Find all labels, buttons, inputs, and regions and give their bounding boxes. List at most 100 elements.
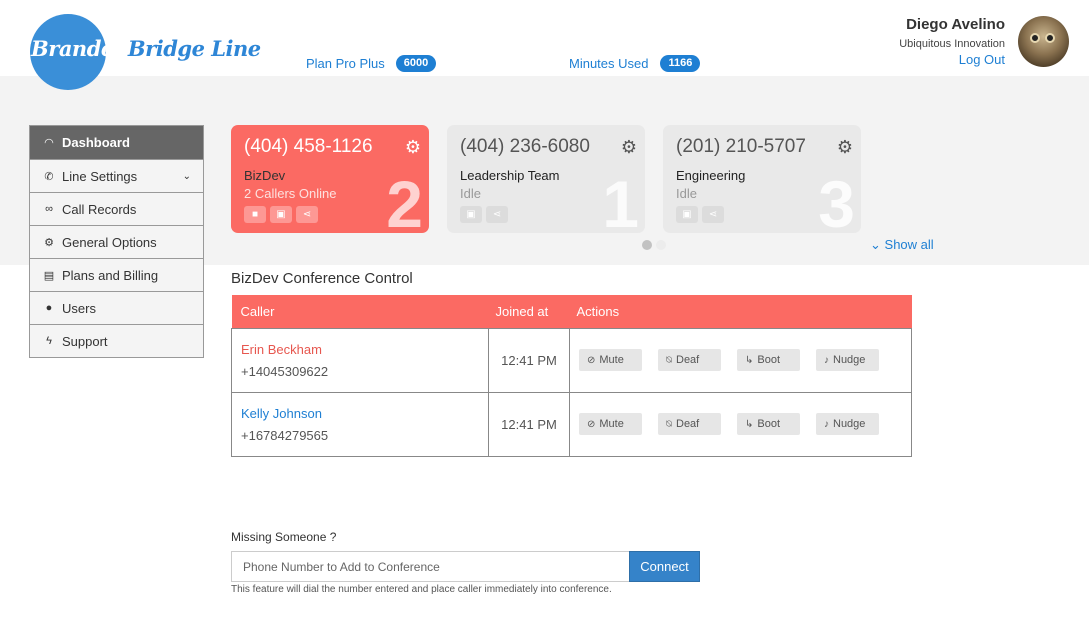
sidebar-item-call-records[interactable]: ∞ Call Records (30, 192, 203, 225)
music-note-icon: ♪ (824, 354, 829, 366)
minutes-info: Minutes Used 1166 (569, 55, 701, 72)
sidebar-item-general-options[interactable]: ⚙ General Options (30, 225, 203, 258)
line-card-engineering[interactable]: (201) 210-5707 ⚙ Engineering Idle 3 ▣ ⋖ (663, 125, 861, 233)
sidebar-item-support[interactable]: ϟ Support (30, 324, 203, 357)
gauge-icon: ◠ (44, 137, 54, 149)
line-phone: (404) 458-1126 (244, 136, 373, 157)
sidebar-item-label: Call Records (62, 201, 137, 217)
line-status: Idle (676, 186, 697, 201)
share-icon[interactable]: ⋖ (702, 206, 724, 223)
line-card-bizdev[interactable]: (404) 458-1126 ⚙ BizDev 2 Callers Online… (231, 125, 429, 233)
user-company: Ubiquitous Innovation (899, 38, 1005, 50)
mute-button[interactable]: ⊘ Mute (579, 413, 642, 435)
column-header-actions: Actions (569, 295, 912, 328)
joined-time: 12:41 PM (488, 327, 570, 393)
deaf-label: Deaf (676, 418, 700, 430)
avatar[interactable] (1018, 16, 1069, 67)
boot-icon: ↳ (745, 354, 754, 366)
share-icon[interactable]: ⋖ (486, 206, 508, 223)
caller-name[interactable]: Kelly Johnson (241, 406, 479, 421)
mute-label: Mute (599, 354, 624, 366)
deaf-icon: ⍉ (666, 354, 672, 366)
caller-phone: +14045309622 (241, 363, 329, 379)
logout-link[interactable]: Log Out (959, 52, 1005, 67)
sidebar-item-plans-billing[interactable]: ▤ Plans and Billing (30, 258, 203, 291)
line-number: 1 (602, 167, 639, 233)
music-note-icon: ♪ (824, 418, 829, 430)
show-all-label: Show all (884, 237, 934, 252)
phone-number-input[interactable] (231, 551, 630, 582)
voicemail-icon: ∞ (45, 203, 53, 215)
connect-button[interactable]: Connect (629, 551, 700, 582)
deaf-label: Deaf (676, 354, 700, 366)
sidebar-item-line-settings[interactable]: ✆ Line Settings ⌄ (30, 159, 203, 192)
line-name: BizDev (244, 168, 286, 183)
gear-icon[interactable]: ⚙ (837, 137, 853, 158)
logo[interactable]: BrandedBridge Line (31, 36, 261, 61)
lock-icon[interactable]: ■ (244, 206, 266, 223)
sidebar-item-dashboard[interactable]: ◠ Dashboard (30, 126, 203, 159)
billing-icon: ▤ (43, 269, 55, 282)
bolt-icon: ϟ (46, 335, 52, 347)
caller-name[interactable]: Erin Beckham (241, 342, 479, 357)
deaf-icon: ⍉ (666, 418, 672, 430)
screen-share-icon[interactable]: ▣ (270, 206, 292, 223)
conference-table: Caller Joined at Actions Erin Beckham +1… (231, 295, 912, 457)
actions-cell: ⊘ Mute ⍉ Deaf ↳ Boot ♪ Nudge (569, 391, 912, 457)
line-number: 2 (386, 167, 423, 233)
plan-label[interactable]: Plan Pro Plus (306, 56, 385, 71)
share-icon[interactable]: ⋖ (296, 206, 318, 223)
nudge-button[interactable]: ♪ Nudge (816, 349, 879, 371)
line-name: Leadership Team (460, 168, 560, 183)
line-status: Idle (460, 186, 481, 201)
boot-icon: ↳ (745, 418, 754, 430)
boot-button[interactable]: ↳ Boot (737, 413, 800, 435)
carousel-dot[interactable] (656, 240, 666, 250)
table-row: Erin Beckham +14045309622 12:41 PM ⊘ Mute… (231, 327, 912, 393)
carousel-dot[interactable] (642, 240, 652, 250)
logo-text-white: Branded (31, 36, 128, 61)
line-actions: ▣ ⋖ (460, 206, 508, 223)
screen-share-icon[interactable]: ▣ (676, 206, 698, 223)
deaf-button[interactable]: ⍉ Deaf (658, 413, 721, 435)
nudge-button[interactable]: ♪ Nudge (816, 413, 879, 435)
line-actions: ■ ▣ ⋖ (244, 206, 318, 223)
column-header-caller: Caller (231, 295, 489, 328)
column-header-joined: Joined at (488, 295, 570, 328)
phone-icon: ✆ (44, 170, 54, 183)
boot-label: Boot (757, 354, 781, 366)
nudge-label: Nudge (833, 354, 866, 366)
chevron-down-icon[interactable]: ⌄ (183, 171, 191, 182)
deaf-button[interactable]: ⍉ Deaf (658, 349, 721, 371)
sidebar-item-label: Support (62, 333, 108, 349)
mute-button[interactable]: ⊘ Mute (579, 349, 642, 371)
gear-icon: ⚙ (44, 236, 54, 249)
conference-title: BizDev Conference Control (231, 270, 413, 287)
line-phone: (404) 236-6080 (460, 136, 590, 157)
mute-icon: ⊘ (587, 354, 596, 366)
line-status: 2 Callers Online (244, 186, 337, 201)
line-actions: ▣ ⋖ (676, 206, 724, 223)
minutes-label[interactable]: Minutes Used (569, 56, 648, 71)
boot-button[interactable]: ↳ Boot (737, 349, 800, 371)
line-card-leadership[interactable]: (404) 236-6080 ⚙ Leadership Team Idle 1 … (447, 125, 645, 233)
sidebar-item-users[interactable]: ● Users (30, 291, 203, 324)
screen-share-icon[interactable]: ▣ (460, 206, 482, 223)
gear-icon[interactable]: ⚙ (405, 137, 421, 158)
connect-hint: This feature will dial the number entere… (231, 584, 612, 595)
plan-info: Plan Pro Plus 6000 (306, 55, 437, 72)
line-number: 3 (818, 167, 855, 233)
sidebar-item-label: Users (62, 300, 96, 316)
plan-badge: 6000 (395, 55, 437, 72)
user-name: Diego Avelino (906, 16, 1005, 33)
user-icon: ● (45, 302, 53, 314)
user-info: Diego Avelino Ubiquitous Innovation Log … (899, 16, 1005, 69)
boot-label: Boot (757, 418, 781, 430)
show-all-link[interactable]: ⌄ Show all (870, 237, 934, 253)
chevron-down-icon: ⌄ (870, 237, 881, 252)
minutes-badge: 1166 (660, 55, 701, 72)
gear-icon[interactable]: ⚙ (621, 137, 637, 158)
joined-time: 12:41 PM (488, 391, 570, 457)
table-header-row: Caller Joined at Actions (231, 295, 912, 328)
table-row: Kelly Johnson +16784279565 12:41 PM ⊘ Mut… (231, 391, 912, 457)
